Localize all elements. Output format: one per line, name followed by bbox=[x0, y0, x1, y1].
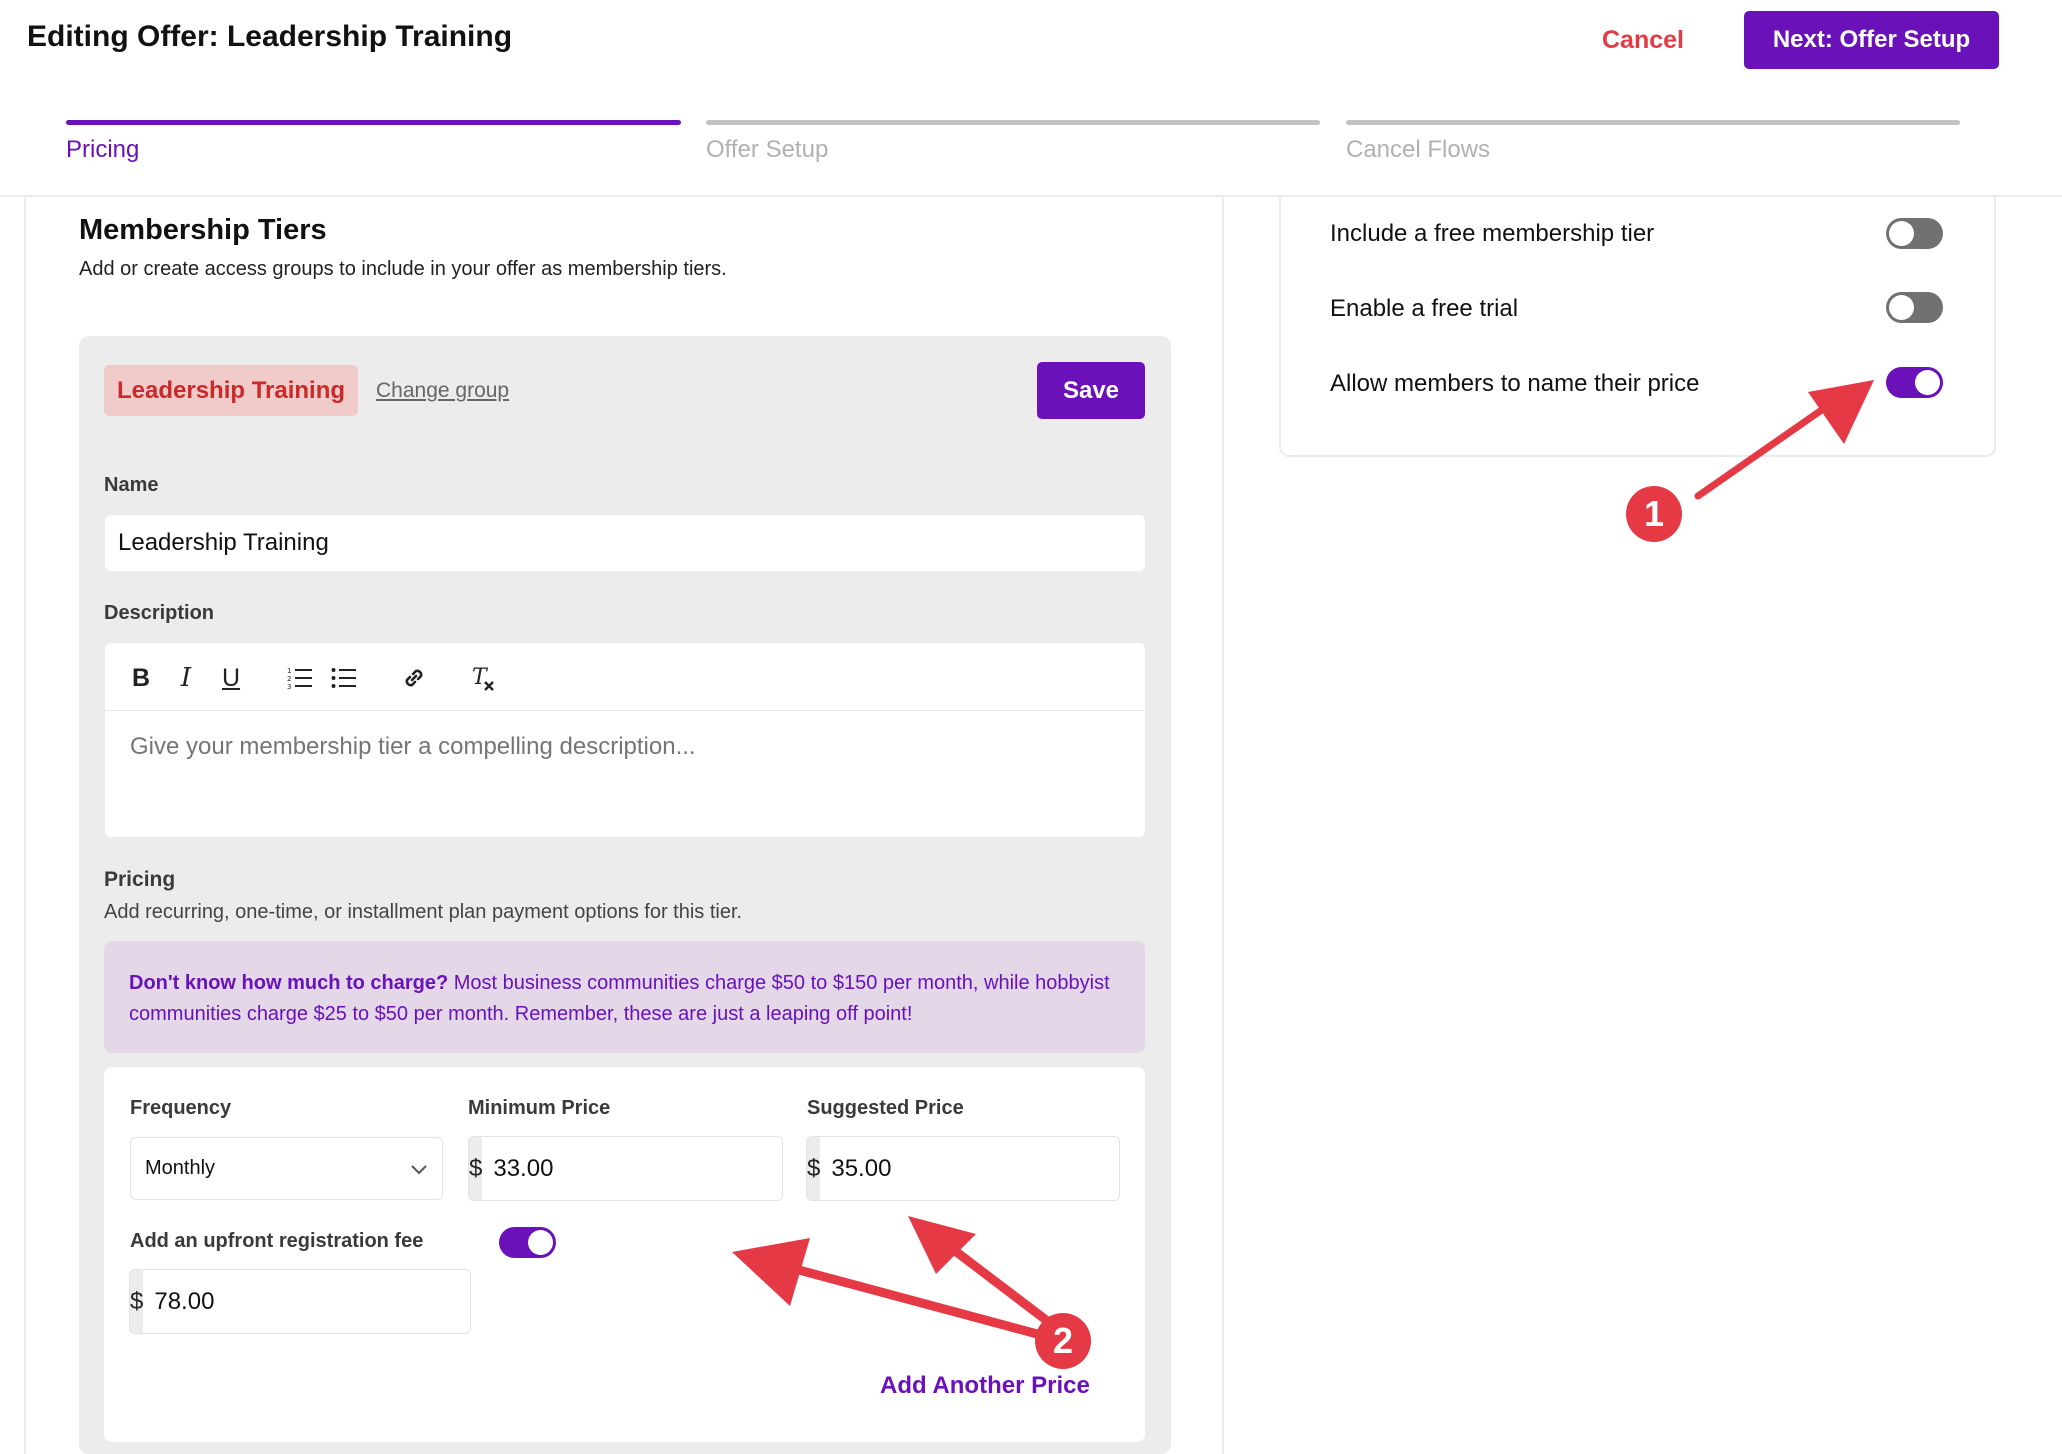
annotation-badge-2: 2 bbox=[1035, 1313, 1091, 1369]
annotation-badge-1: 1 bbox=[1626, 486, 1682, 542]
annotation-arrows bbox=[732, 380, 1874, 1340]
